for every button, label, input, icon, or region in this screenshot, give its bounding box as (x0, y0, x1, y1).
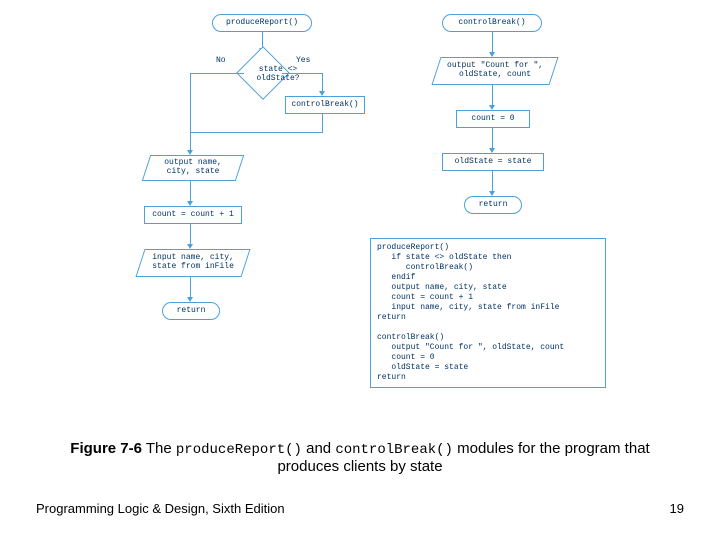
flow-line (492, 85, 493, 107)
flow-line (190, 224, 191, 246)
code-line: controlBreak() (377, 263, 473, 272)
code-line: if state <> oldState then (377, 253, 511, 262)
caption-prefix: Figure 7-6 (70, 440, 142, 457)
left-input-label: input name, city, state from inFile (147, 254, 239, 272)
decision-yes-label: Yes (296, 56, 310, 65)
left-assign-box: count = count + 1 (144, 206, 242, 224)
code-line: produceReport() (377, 243, 449, 252)
right-return-label: return (479, 201, 508, 210)
flow-line (190, 181, 191, 203)
left-assign-label: count = count + 1 (152, 211, 234, 220)
footer-page-number: 19 (670, 501, 684, 516)
flow-line (190, 132, 323, 133)
flow-line (492, 32, 493, 54)
code-line: return (377, 373, 406, 382)
left-call-box: controlBreak() (285, 96, 365, 114)
left-start-label: produceReport() (226, 19, 298, 28)
right-start-label: controlBreak() (458, 19, 525, 28)
left-input-io: input name, city, state from inFile (135, 249, 250, 277)
decision-no-label: No (216, 56, 226, 65)
caption-code1: produceReport() (176, 442, 302, 458)
left-return-label: return (177, 307, 206, 316)
code-line: count = count + 1 (377, 293, 473, 302)
code-line: output "Count for ", oldState, count (377, 343, 564, 352)
left-decision-label: state <> oldState? (248, 66, 308, 84)
footer-book-title: Programming Logic & Design, Sixth Editio… (36, 501, 285, 516)
caption-text: and (302, 440, 335, 457)
left-return-capsule: return (162, 302, 220, 320)
caption-code2: controlBreak() (335, 442, 453, 458)
right-output-io: output "Count for ", oldState, count (431, 57, 558, 85)
left-output-io: output name, city, state (142, 155, 244, 181)
right-assign2-box: oldState = state (442, 153, 544, 171)
flow-line (190, 73, 191, 132)
diagram-area: produceReport() state <> oldState? No Ye… (120, 12, 600, 412)
right-assign1-label: count = 0 (471, 115, 514, 124)
caption-text: The (142, 440, 176, 457)
flow-line (190, 132, 191, 152)
code-line: input name, city, state from inFile (377, 303, 559, 312)
code-line: count = 0 (377, 353, 435, 362)
code-line: endif (377, 273, 415, 282)
flow-line (322, 114, 323, 132)
right-assign1-box: count = 0 (456, 110, 530, 128)
code-line: controlBreak() (377, 333, 444, 342)
left-call-label: controlBreak() (291, 101, 358, 110)
flow-line (190, 277, 191, 299)
right-start-capsule: controlBreak() (442, 14, 542, 32)
figure-caption: Figure 7-6 The produceReport() and contr… (50, 440, 670, 475)
page: produceReport() state <> oldState? No Ye… (0, 0, 720, 540)
left-start-capsule: produceReport() (212, 14, 312, 32)
flow-line (282, 73, 322, 74)
flow-line (492, 128, 493, 150)
code-line: oldState = state (377, 363, 468, 372)
left-output-label: output name, city, state (153, 159, 233, 177)
flow-line (190, 73, 244, 74)
flow-line (492, 171, 493, 193)
flow-line (322, 73, 323, 93)
pseudocode-panel: produceReport() if state <> oldState the… (370, 238, 606, 388)
code-line: output name, city, state (377, 283, 507, 292)
right-output-label: output "Count for ", oldState, count (443, 62, 547, 80)
right-assign2-label: oldState = state (455, 158, 532, 167)
right-return-capsule: return (464, 196, 522, 214)
code-line: return (377, 313, 406, 322)
